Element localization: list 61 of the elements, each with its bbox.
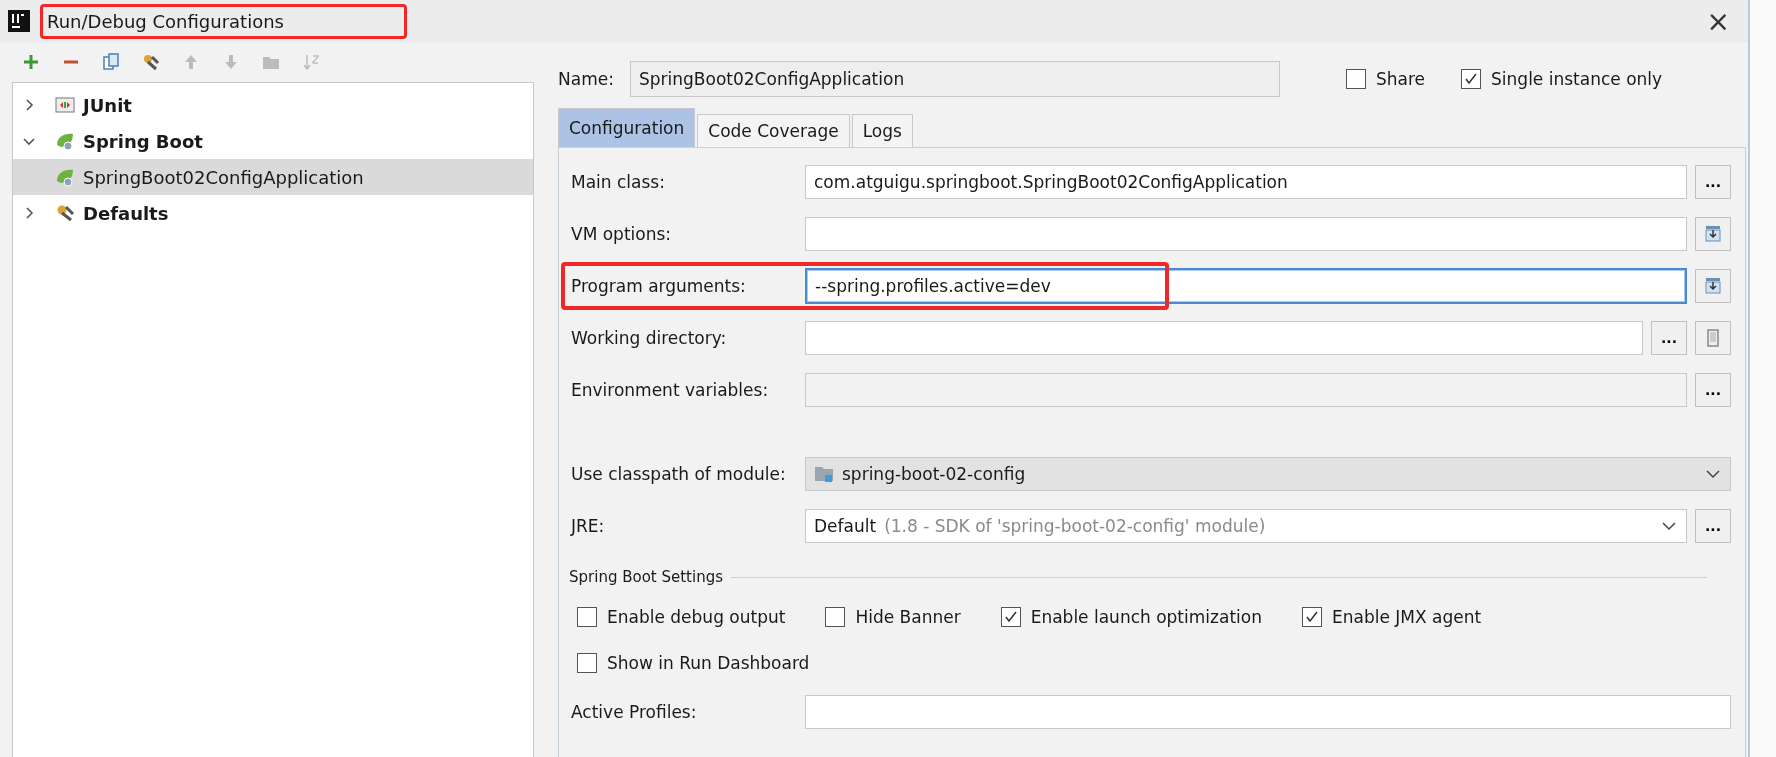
checkbox[interactable]: Enable JMX agent: [1301, 607, 1482, 627]
check-icon: [1003, 610, 1018, 624]
field-label: Use classpath of module:: [570, 464, 787, 484]
copy-icon[interactable]: [102, 53, 120, 71]
check-icon: [1304, 610, 1319, 624]
chevron-right-icon[interactable]: [23, 207, 35, 219]
expand-button[interactable]: [1695, 217, 1731, 251]
field-label: VM options:: [570, 224, 673, 244]
dropdown[interactable]: spring-boot-02-config: [805, 457, 1731, 491]
dropdown[interactable]: Default (1.8 - SDK of 'spring-boot-02-config' module): [805, 509, 1687, 543]
tab[interactable]: Logs: [851, 114, 913, 147]
field-label: Program arguments:: [570, 276, 747, 296]
tab[interactable]: Configuration: [558, 108, 696, 147]
checkbox[interactable]: Share: [1346, 69, 1426, 89]
tree-item[interactable]: Defaults: [13, 195, 533, 231]
leaf-icon: [55, 167, 75, 187]
input-field[interactable]: --spring.profiles.active=dev: [805, 268, 1687, 304]
browse-button[interactable]: ...: [1651, 321, 1687, 355]
wrench-icon: [55, 203, 75, 223]
chevron-down-icon: [1706, 469, 1720, 479]
junit-icon: [55, 95, 75, 115]
tab[interactable]: Code Coverage: [697, 114, 850, 147]
expand-icon: [1703, 224, 1723, 244]
expand-button[interactable]: [1695, 269, 1731, 303]
input-field[interactable]: com.atguigu.springboot.SpringBoot02ConfigApplication: [805, 165, 1687, 199]
checkbox[interactable]: Single instance only: [1461, 69, 1663, 89]
field-label: Active Profiles:: [570, 702, 698, 722]
field-label: JRE:: [569, 516, 606, 536]
field-label: Working directory:: [570, 328, 728, 348]
tree-item[interactable]: SpringBoot02ConfigApplication: [13, 159, 533, 195]
window-title: Run/Debug Configurations: [40, 3, 407, 39]
document-button[interactable]: [1695, 321, 1731, 355]
input-field[interactable]: [805, 217, 1687, 251]
leaf-icon: [55, 131, 75, 151]
checkbox[interactable]: Enable debug output: [577, 607, 786, 627]
input-field[interactable]: [805, 321, 1643, 355]
wrench-icon[interactable]: [142, 53, 160, 71]
chevron-down-icon: [1662, 521, 1676, 531]
field-label: Environment variables:: [570, 380, 770, 400]
tree-item[interactable]: JUnit: [13, 87, 533, 123]
close-button[interactable]: ×: [1696, 4, 1740, 38]
browse-button[interactable]: ...: [1695, 509, 1731, 543]
check-icon: [1464, 72, 1479, 86]
browse-button[interactable]: ...: [1695, 165, 1731, 199]
add-icon[interactable]: [22, 53, 40, 71]
chevron-right-icon[interactable]: [23, 99, 35, 111]
tree-item[interactable]: Spring Boot: [13, 123, 533, 159]
checkbox[interactable]: Show in Run Dashboard: [577, 653, 810, 673]
checkbox[interactable]: Hide Banner: [825, 607, 961, 627]
chevron-down-icon[interactable]: [23, 135, 35, 147]
browse-button[interactable]: ...: [1695, 373, 1731, 407]
checkbox[interactable]: Enable launch optimization: [1000, 607, 1262, 627]
field-label: Name:: [558, 69, 614, 89]
section-title: Spring Boot Settings: [569, 568, 723, 586]
input-field[interactable]: [805, 695, 1731, 729]
expand-icon: [1703, 276, 1723, 296]
app-logo-icon: [8, 10, 30, 32]
name-field[interactable]: SpringBoot02ConfigApplication: [630, 61, 1280, 97]
input-field[interactable]: [805, 373, 1687, 407]
field-label: Main class:: [570, 172, 666, 192]
folder-icon: [814, 465, 834, 483]
